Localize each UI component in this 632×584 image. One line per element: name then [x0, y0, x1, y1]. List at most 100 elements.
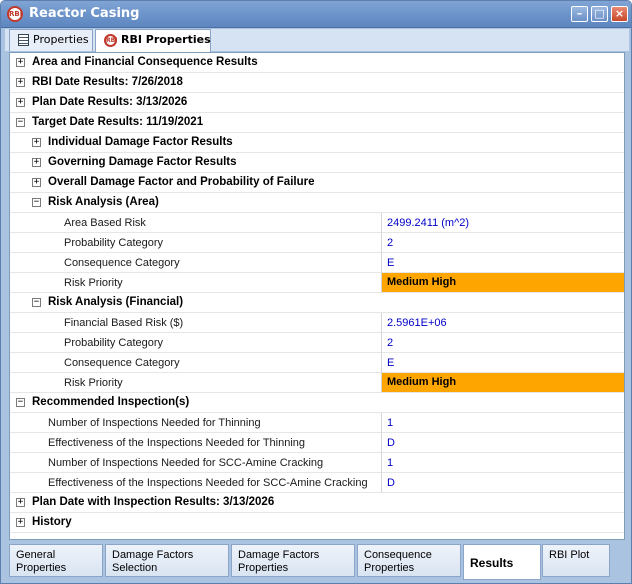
category-row[interactable]: + Plan Date with Inspection Results: 3/13…	[10, 493, 624, 513]
category-row[interactable]: − Risk Analysis (Area)	[10, 193, 624, 213]
column-divider[interactable]	[381, 413, 382, 433]
risk-priority-value[interactable]: Medium High	[382, 373, 624, 392]
column-divider[interactable]	[381, 253, 382, 273]
property-value[interactable]: 2	[387, 237, 393, 249]
column-divider[interactable]	[381, 333, 382, 353]
expand-icon[interactable]: +	[16, 58, 25, 67]
category-row[interactable]: + Plan Date Results: 3/13/2026	[10, 93, 624, 113]
properties-list-icon	[18, 34, 29, 46]
property-label: Probability Category	[64, 237, 164, 249]
property-row[interactable]: Number of Inspections Needed for SCC-Ami…	[10, 453, 624, 473]
collapse-icon[interactable]: −	[16, 118, 25, 127]
category-row[interactable]: − Risk Analysis (Financial)	[10, 293, 624, 313]
property-row[interactable]: Probability Category 2	[10, 333, 624, 353]
tab-consequence-properties[interactable]: Consequence Properties	[357, 544, 461, 577]
collapse-icon[interactable]: −	[32, 298, 41, 307]
expand-icon[interactable]: +	[16, 518, 25, 527]
expand-icon[interactable]: +	[32, 158, 41, 167]
expand-icon[interactable]: +	[16, 98, 25, 107]
property-label: Risk Priority	[64, 377, 123, 389]
tab-damage-factors-selection[interactable]: Damage Factors Selection	[105, 544, 229, 577]
property-row[interactable]: Financial Based Risk ($) 2.5961E+06	[10, 313, 624, 333]
property-value[interactable]: 2.5961E+06	[387, 317, 447, 329]
category-label: Plan Date Results: 3/13/2026	[32, 96, 188, 108]
category-label: Plan Date with Inspection Results: 3/13/…	[32, 496, 275, 508]
column-divider[interactable]	[381, 313, 382, 333]
property-label: Number of Inspections Needed for SCC-Ami…	[48, 457, 324, 469]
category-label: Overall Damage Factor and Probability of…	[48, 176, 315, 188]
column-divider[interactable]	[381, 453, 382, 473]
property-value[interactable]: D	[387, 437, 395, 449]
collapse-icon[interactable]: −	[16, 398, 25, 407]
bottom-tab-strip: General Properties Damage Factors Select…	[5, 542, 629, 582]
tab-rbi-properties[interactable]: RBI RBI Properties	[95, 29, 211, 52]
property-row[interactable]: Area Based Risk 2499.2411 (m^2)	[10, 213, 624, 233]
property-label: Probability Category	[64, 337, 164, 349]
rbi-logo-icon: RBI	[7, 6, 23, 22]
property-row[interactable]: Risk Priority Medium High	[10, 273, 624, 293]
property-row[interactable]: Number of Inspections Needed for Thinnin…	[10, 413, 624, 433]
property-value[interactable]: E	[387, 257, 394, 269]
property-row[interactable]: Effectiveness of the Inspections Needed …	[10, 473, 624, 493]
category-row[interactable]: + History	[10, 513, 624, 533]
property-label: Effectiveness of the Inspections Needed …	[48, 437, 306, 449]
property-row[interactable]: Probability Category 2	[10, 233, 624, 253]
reactor-casing-window: RBI Reactor Casing – □ × Properties RBI R…	[0, 0, 632, 584]
category-label: Area and Financial Consequence Results	[32, 56, 258, 68]
category-row[interactable]: + Overall Damage Factor and Probability o…	[10, 173, 624, 193]
category-label: Risk Analysis (Financial)	[48, 296, 184, 308]
tab-properties[interactable]: Properties	[9, 29, 93, 51]
column-divider[interactable]	[381, 433, 382, 453]
column-divider[interactable]	[381, 233, 382, 253]
tab-damage-factors-properties[interactable]: Damage Factors Properties	[231, 544, 355, 577]
category-label: History	[32, 516, 72, 528]
property-row[interactable]: Effectiveness of the Inspections Needed …	[10, 433, 624, 453]
property-label: Effectiveness of the Inspections Needed …	[48, 477, 368, 489]
property-label: Financial Based Risk ($)	[64, 317, 184, 329]
expand-icon[interactable]: +	[16, 78, 25, 87]
property-label: Consequence Category	[64, 357, 180, 369]
property-value[interactable]: D	[387, 477, 395, 489]
category-label: Governing Damage Factor Results	[48, 156, 237, 168]
tab-general-properties[interactable]: General Properties	[9, 544, 103, 577]
window-title: Reactor Casing	[29, 6, 140, 21]
column-divider[interactable]	[381, 473, 382, 493]
category-label: RBI Date Results: 7/26/2018	[32, 76, 183, 88]
category-row[interactable]: − Recommended Inspection(s)	[10, 393, 624, 413]
column-divider[interactable]	[381, 213, 382, 233]
collapse-icon[interactable]: −	[32, 198, 41, 207]
category-row[interactable]: + Area and Financial Consequence Results	[10, 53, 624, 73]
rbi-logo-icon: RBI	[104, 33, 117, 47]
category-label: Risk Analysis (Area)	[48, 196, 159, 208]
property-row[interactable]: Consequence Category E	[10, 253, 624, 273]
category-row[interactable]: + Individual Damage Factor Results	[10, 133, 624, 153]
category-row[interactable]: − Target Date Results: 11/19/2021	[10, 113, 624, 133]
tab-rbi-plot[interactable]: RBI Plot	[542, 544, 610, 577]
top-tab-strip: Properties RBI RBI Properties	[5, 29, 629, 52]
category-row[interactable]: + Governing Damage Factor Results	[10, 153, 624, 173]
property-row[interactable]: Risk Priority Medium High	[10, 373, 624, 393]
property-row[interactable]: Consequence Category E	[10, 353, 624, 373]
category-label: Target Date Results: 11/19/2021	[32, 116, 204, 128]
expand-icon[interactable]: +	[32, 138, 41, 147]
property-value[interactable]: 2499.2411 (m^2)	[387, 217, 469, 229]
column-divider[interactable]	[381, 353, 382, 373]
category-row[interactable]: + RBI Date Results: 7/26/2018	[10, 73, 624, 93]
property-value[interactable]: 2	[387, 337, 393, 349]
close-button[interactable]: ×	[611, 6, 628, 22]
category-label: Individual Damage Factor Results	[48, 136, 233, 148]
risk-priority-value[interactable]: Medium High	[382, 273, 624, 292]
property-grid[interactable]: + Area and Financial Consequence Results +…	[9, 52, 625, 540]
property-label: Area Based Risk	[64, 217, 146, 229]
property-value[interactable]: E	[387, 357, 394, 369]
category-label: Recommended Inspection(s)	[32, 396, 190, 408]
maximize-button[interactable]: □	[591, 6, 608, 22]
expand-icon[interactable]: +	[32, 178, 41, 187]
property-value[interactable]: 1	[387, 417, 393, 429]
property-value[interactable]: 1	[387, 457, 393, 469]
expand-icon[interactable]: +	[16, 498, 25, 507]
property-label: Risk Priority	[64, 277, 123, 289]
title-bar[interactable]: RBI Reactor Casing – □ ×	[1, 1, 631, 28]
minimize-button[interactable]: –	[571, 6, 588, 22]
tab-results[interactable]: Results	[463, 544, 541, 580]
